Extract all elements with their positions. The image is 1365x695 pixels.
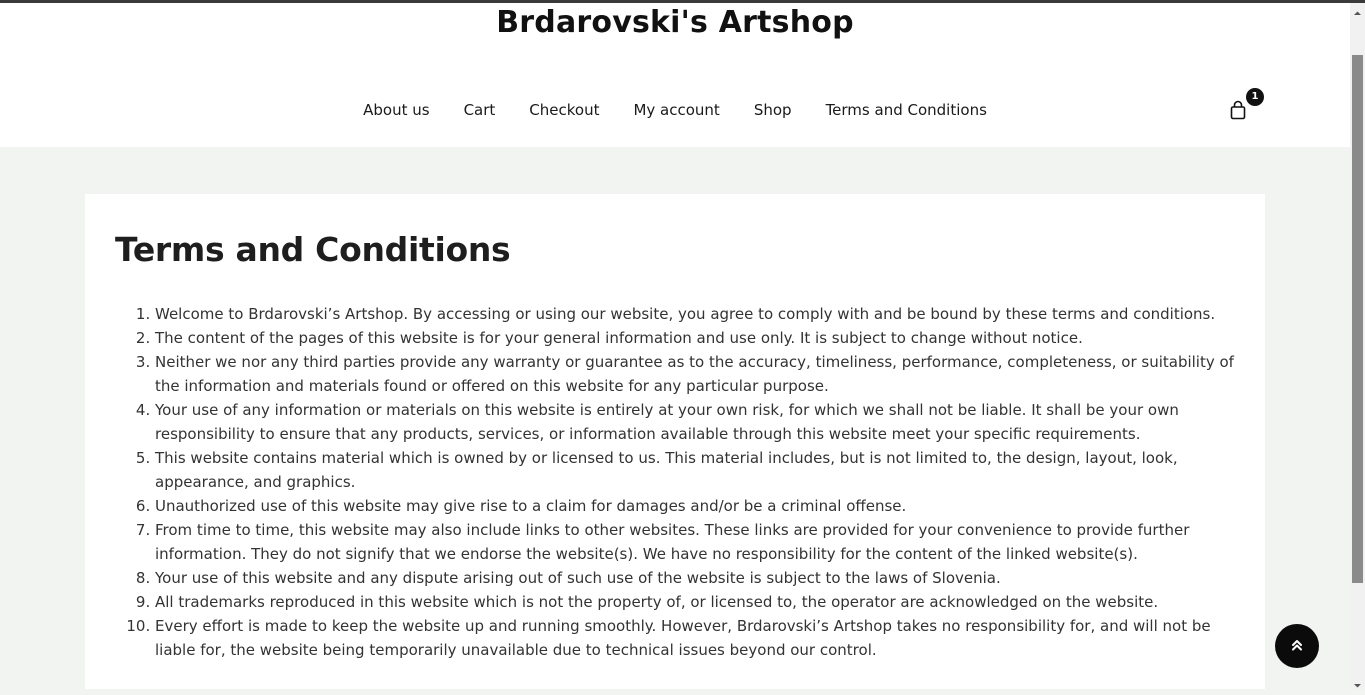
terms-item: Every effort is made to keep the website…: [155, 614, 1237, 662]
scroll-up-arrow-icon[interactable]: [1352, 4, 1363, 15]
nav-item-my-account[interactable]: My account: [633, 101, 719, 119]
cart-count-badge: 1: [1246, 88, 1264, 106]
terms-item: Your use of this website and any dispute…: [155, 566, 1237, 590]
nav-item-about-us[interactable]: About us: [363, 101, 429, 119]
nav-item-terms[interactable]: Terms and Conditions: [826, 101, 987, 119]
terms-item: Neither we nor any third parties provide…: [155, 350, 1237, 398]
terms-item: Your use of any information or materials…: [155, 398, 1237, 446]
nav-item-shop[interactable]: Shop: [754, 101, 792, 119]
site-title[interactable]: Brdarovski's Artshop: [0, 5, 1350, 40]
back-to-top-button[interactable]: [1275, 624, 1319, 668]
terms-item: The content of the pages of this website…: [155, 326, 1237, 350]
terms-list: Welcome to Brdarovski’s Artshop. By acce…: [155, 302, 1237, 662]
main-nav: About us Cart Checkout My account Shop T…: [0, 101, 1350, 119]
site-header: Brdarovski's Artshop About us Cart Check…: [0, 3, 1350, 147]
nav-item-checkout[interactable]: Checkout: [529, 101, 599, 119]
nav-item-cart[interactable]: Cart: [464, 101, 496, 119]
double-chevron-up-icon: [1290, 637, 1304, 656]
terms-item: Unauthorized use of this website may giv…: [155, 494, 1237, 518]
page-title: Terms and Conditions: [115, 230, 511, 269]
terms-item: All trademarks reproduced in this websit…: [155, 590, 1237, 614]
scroll-down-arrow-icon[interactable]: [1352, 676, 1363, 688]
terms-item: From time to time, this website may also…: [155, 518, 1237, 566]
shopping-bag-icon[interactable]: [1229, 100, 1247, 120]
scrollbar-thumb[interactable]: [1352, 55, 1363, 583]
terms-item: Welcome to Brdarovski’s Artshop. By acce…: [155, 302, 1237, 326]
terms-item: This website contains material which is …: [155, 446, 1237, 494]
content-card: Terms and Conditions Welcome to Brdarovs…: [85, 194, 1265, 689]
